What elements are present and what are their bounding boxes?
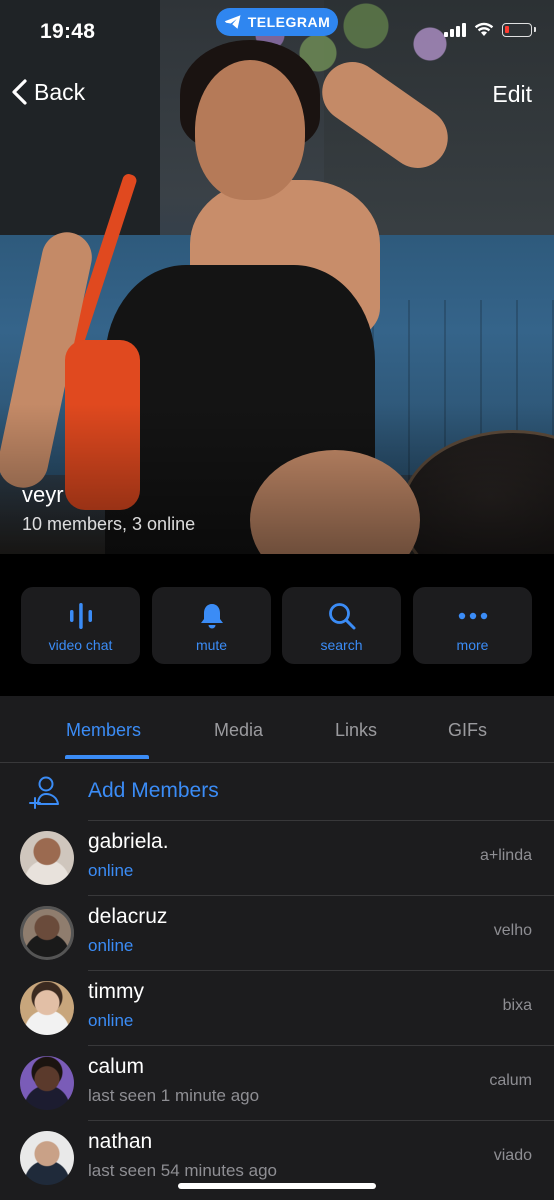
- search-label: search: [320, 637, 363, 653]
- battery-icon: [502, 22, 536, 37]
- member-title: calum: [489, 1072, 532, 1089]
- tab-links[interactable]: Links: [335, 720, 377, 741]
- waveform-icon: [69, 603, 92, 629]
- photo-face: [195, 60, 305, 200]
- member-status: last seen 1 minute ago: [88, 1086, 260, 1105]
- member-name: nathan: [88, 1130, 153, 1153]
- group-name: veyr: [22, 482, 64, 507]
- member-title: a+linda: [479, 847, 532, 864]
- paper-plane-icon: [224, 15, 241, 29]
- cellular-signal-icon: [444, 22, 466, 37]
- video-chat-button[interactable]: video chat: [21, 587, 140, 664]
- more-label: more: [456, 637, 489, 653]
- member-status: online: [88, 861, 134, 880]
- bell-icon: [200, 604, 223, 629]
- tab-gifs[interactable]: GIFs: [448, 720, 487, 741]
- member-row[interactable]: timmy online bixa: [0, 971, 554, 1046]
- avatar: [20, 1131, 74, 1185]
- telegram-pill[interactable]: TELEGRAM: [216, 8, 338, 36]
- member-status: online: [88, 1011, 134, 1030]
- search-button[interactable]: search: [282, 587, 401, 664]
- more-button[interactable]: more: [413, 587, 532, 664]
- status-icons: [444, 22, 536, 37]
- member-name: delacruz: [88, 905, 168, 928]
- tab-media[interactable]: Media: [214, 720, 263, 741]
- member-row[interactable]: gabriela. online a+linda: [0, 821, 554, 896]
- wifi-icon: [474, 22, 494, 36]
- add-person-icon: [29, 776, 59, 809]
- search-icon: [328, 603, 355, 630]
- member-name: gabriela.: [88, 830, 169, 853]
- chevron-left-icon: [12, 79, 27, 105]
- tab-active-indicator: [65, 755, 149, 759]
- back-button[interactable]: Back: [10, 78, 85, 106]
- mute-label: mute: [195, 637, 228, 653]
- photo-arm-right: [310, 50, 460, 180]
- status-time: 19:48: [40, 20, 96, 43]
- tab-bar: Members Media Links GIFs: [0, 696, 554, 762]
- ellipsis-icon: [458, 612, 487, 620]
- add-members-label: Add Members: [88, 779, 219, 802]
- avatar: [20, 906, 74, 960]
- avatar: [20, 831, 74, 885]
- group-member-count: 10 members, 3 online: [22, 514, 196, 534]
- mute-button[interactable]: mute: [152, 587, 271, 664]
- telegram-pill-label: TELEGRAM: [247, 14, 331, 30]
- add-members-button[interactable]: Add Members: [0, 763, 554, 821]
- member-status: last seen 54 minutes ago: [88, 1161, 278, 1180]
- member-name: calum: [88, 1055, 145, 1078]
- member-row[interactable]: delacruz online velho: [0, 896, 554, 971]
- avatar: [20, 981, 74, 1035]
- member-name: timmy: [88, 980, 144, 1003]
- avatar: [20, 1056, 74, 1110]
- member-row[interactable]: calum last seen 1 minute ago calum: [0, 1046, 554, 1121]
- action-bar: video chat mute search more: [0, 554, 554, 696]
- member-status: online: [88, 936, 134, 955]
- video-chat-label: video chat: [48, 637, 113, 653]
- member-title: bixa: [502, 997, 532, 1014]
- edit-button[interactable]: Edit: [492, 81, 532, 108]
- member-title: viado: [493, 1147, 532, 1164]
- tab-members[interactable]: Members: [66, 720, 141, 741]
- back-label: Back: [34, 78, 86, 105]
- home-indicator[interactable]: [178, 1183, 376, 1189]
- member-title: velho: [493, 922, 532, 939]
